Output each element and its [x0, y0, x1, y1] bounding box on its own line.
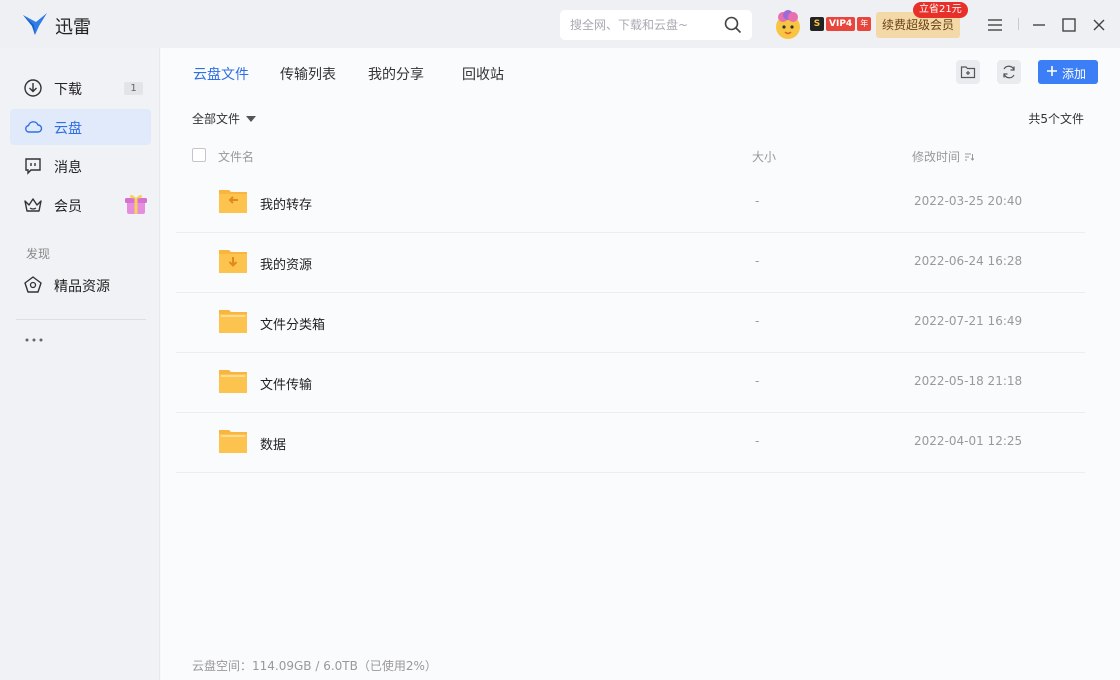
sidebar: 下载 1 云盘 消息 会员 发现 精品资源 — [0, 48, 160, 680]
file-modified: 2022-05-18 21:18 — [914, 374, 1023, 388]
table-row[interactable]: 文件分类箱 - 2022-07-21 16:49 — [176, 293, 1085, 353]
select-all-checkbox[interactable] — [192, 148, 206, 162]
vip-badge: S VIP4 年 — [810, 17, 872, 31]
titlebar-divider — [1018, 18, 1019, 30]
sidebar-item-label: 云盘 — [54, 121, 82, 137]
file-list: 我的转存 - 2022-03-25 20:40 我的资源 - 2022-06-2… — [176, 173, 1085, 473]
sidebar-divider — [16, 319, 146, 320]
sidebar-item-label: 会员 — [54, 199, 82, 215]
tab-transfer-list[interactable]: 传输列表 — [280, 64, 336, 84]
sidebar-item-download[interactable]: 下载 1 — [10, 70, 151, 106]
table-row[interactable]: 我的资源 - 2022-06-24 16:28 — [176, 233, 1085, 293]
refresh-icon — [1003, 65, 1015, 79]
title-bar: 迅雷 S VIP4 年 续费超级会员 立省21元 — [0, 0, 1120, 48]
crown-icon — [24, 198, 42, 212]
download-count-badge: 1 — [124, 82, 143, 95]
caret-down-icon — [246, 116, 257, 122]
file-size: - — [755, 194, 760, 208]
sort-icon — [965, 153, 975, 161]
folder-icon — [219, 310, 247, 333]
file-size: - — [755, 254, 760, 268]
vip-level-label: VIP4 — [826, 17, 856, 31]
file-size: - — [755, 314, 760, 328]
search-input[interactable] — [570, 10, 720, 40]
column-header-size[interactable]: 大小 — [752, 148, 776, 165]
gift-icon[interactable] — [122, 190, 150, 218]
minimize-icon[interactable] — [1030, 16, 1048, 34]
download-icon — [24, 79, 42, 97]
filter-label: 全部文件 — [192, 112, 241, 126]
file-size: - — [755, 434, 760, 448]
file-name: 数据 — [260, 438, 287, 453]
folder-download-icon — [219, 250, 247, 273]
file-modified: 2022-03-25 20:40 — [914, 194, 1023, 208]
refresh-button[interactable] — [997, 60, 1021, 84]
plus-icon — [1047, 66, 1057, 76]
add-button[interactable]: 添加 — [1038, 60, 1098, 84]
folder-icon — [219, 370, 247, 393]
column-header-name[interactable]: 文件名 — [218, 148, 254, 165]
column-header-modified[interactable]: 修改时间 — [912, 148, 975, 165]
file-name: 文件传输 — [260, 378, 313, 393]
vip-year-label: 年 — [857, 17, 872, 31]
file-name: 我的资源 — [260, 258, 313, 273]
file-modified: 2022-04-01 12:25 — [914, 434, 1023, 448]
table-row[interactable]: 数据 - 2022-04-01 12:25 — [176, 413, 1085, 473]
folder-icon — [219, 430, 247, 453]
add-button-label: 添加 — [1062, 67, 1087, 81]
file-count: 共5个文件 — [1028, 112, 1084, 126]
maximize-icon[interactable] — [1060, 16, 1078, 34]
column-header-modified-label: 修改时间 — [912, 150, 961, 164]
sidebar-item-premium-resources[interactable]: 精品资源 — [10, 267, 151, 303]
file-name: 文件分类箱 — [260, 318, 326, 333]
menu-icon[interactable] — [986, 16, 1004, 34]
table-row[interactable]: 我的转存 - 2022-03-25 20:40 — [176, 173, 1085, 233]
sidebar-item-cloud[interactable]: 云盘 — [10, 109, 151, 145]
sidebar-item-label: 消息 — [54, 160, 82, 176]
new-folder-icon — [960, 66, 976, 79]
user-avatar[interactable] — [772, 9, 804, 41]
close-icon[interactable] — [1090, 16, 1108, 34]
sidebar-item-messages[interactable]: 消息 — [10, 148, 151, 184]
sidebar-item-label: 精品资源 — [54, 279, 110, 295]
search-icon[interactable] — [724, 16, 742, 34]
folder-transfer-icon — [219, 190, 247, 213]
file-size: - — [755, 374, 760, 388]
new-folder-button[interactable] — [956, 60, 980, 84]
app-title: 迅雷 — [55, 17, 91, 38]
more-icon[interactable] — [24, 332, 44, 348]
main-content: 云盘文件 传输列表 我的分享 回收站 添加 全部文件 共5个文件 文件名 大小 … — [161, 48, 1120, 680]
discover-section-label: 发现 — [26, 247, 51, 261]
tab-recycle-bin[interactable]: 回收站 — [462, 64, 504, 84]
file-modified: 2022-06-24 16:28 — [914, 254, 1023, 268]
sidebar-item-member[interactable]: 会员 — [10, 187, 151, 223]
thunder-logo-icon — [23, 13, 47, 35]
tab-cloud-files[interactable]: 云盘文件 — [193, 64, 249, 84]
diamond-icon — [24, 276, 42, 293]
file-name: 我的转存 — [260, 198, 313, 213]
storage-usage: 云盘空间：114.09GB / 6.0TB（已使用2%） — [192, 659, 437, 673]
file-filter-dropdown[interactable]: 全部文件 — [192, 110, 257, 127]
file-modified: 2022-07-21 16:49 — [914, 314, 1023, 328]
cloud-icon — [25, 121, 43, 133]
discount-tip-badge: 立省21元 — [913, 2, 968, 18]
search-box[interactable] — [560, 10, 752, 40]
sidebar-item-label: 下载 — [54, 82, 82, 98]
table-row[interactable]: 文件传输 - 2022-05-18 21:18 — [176, 353, 1085, 413]
vip-s-label: S — [810, 17, 824, 31]
message-icon — [25, 158, 41, 175]
tab-my-shares[interactable]: 我的分享 — [368, 64, 424, 84]
